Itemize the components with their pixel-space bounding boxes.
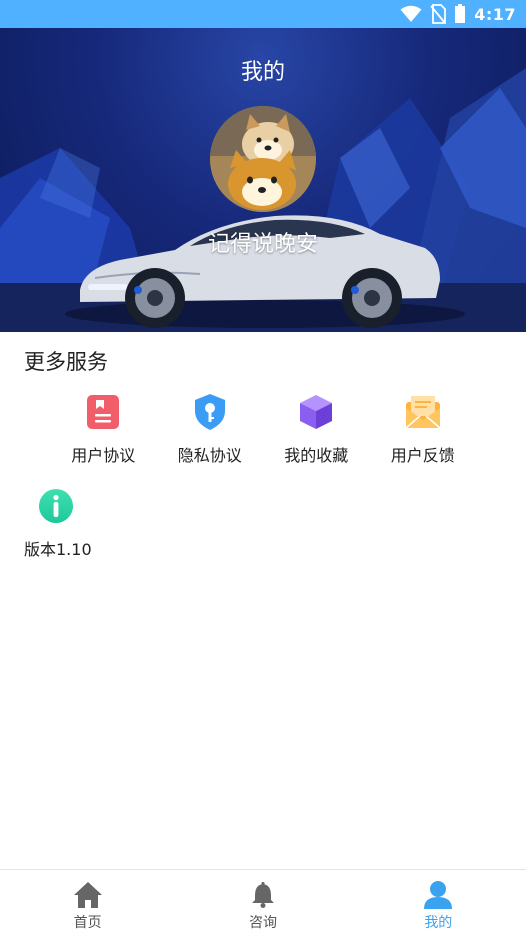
nav-label: 我的 [424,915,453,931]
status-time: 4:17 [474,4,516,24]
info-icon [36,486,76,526]
nav-item-mine[interactable]: 我的 [351,870,526,936]
mail-feedback-icon [403,392,443,432]
user-agreement-icon [83,392,123,432]
user-icon [422,880,454,910]
wifi-icon [400,5,422,23]
services-grid: 用户协议 隐私协议 我的收藏 用户反馈 [50,392,476,466]
privacy-key-icon [190,392,230,432]
profile-screen: 4:17 我的 记得说晚安 更多服务 用户协议 隐私协议 我的收藏 用户反馈 版… [0,0,526,936]
service-label: 我的收藏 [284,446,349,465]
service-user-agreement[interactable]: 用户协议 [50,392,157,466]
cube-icon [296,392,336,432]
nav-item-consult[interactable]: 咨询 [175,870,350,936]
nav-label: 首页 [73,915,102,931]
shiba-dog-avatar [210,106,316,212]
home-icon [72,880,104,910]
nav-label: 咨询 [248,915,277,931]
no-sim-icon [430,4,447,24]
nickname: 记得说晚安 [207,232,318,257]
version-label: 版本1.10 [24,540,92,559]
service-label: 用户协议 [71,446,136,465]
service-user-feedback[interactable]: 用户反馈 [370,392,477,466]
avatar[interactable] [210,106,316,212]
page-title: 我的 [240,60,285,85]
service-label: 隐私协议 [177,446,242,465]
status-bar: 4:17 [0,0,526,28]
service-my-favorites[interactable]: 我的收藏 [263,392,370,466]
bell-icon [247,880,279,910]
service-label: 用户反馈 [390,446,455,465]
bottom-nav: 首页 咨询 我的 [0,869,526,936]
nav-item-home[interactable]: 首页 [0,870,175,936]
service-privacy-agreement[interactable]: 隐私协议 [157,392,264,466]
section-title-more-services: 更多服务 [24,350,108,374]
profile-banner: 我的 记得说晚安 [0,28,526,332]
battery-icon [454,4,466,24]
service-version[interactable]: 版本1.10 [24,486,94,560]
